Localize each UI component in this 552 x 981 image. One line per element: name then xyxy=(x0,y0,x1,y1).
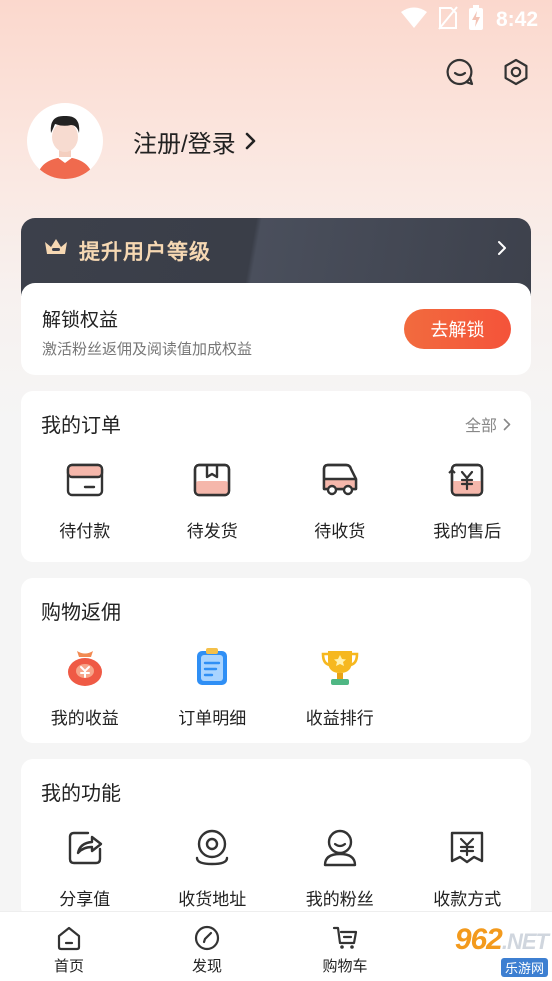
order-pending-shipment[interactable]: 待发货 xyxy=(149,459,277,542)
view-all-orders-link[interactable]: 全部 xyxy=(465,412,511,436)
status-bar: 8:42 xyxy=(0,0,552,40)
features-card: 我的功能 分享值 收货地址 我的粉丝 收款方式 xyxy=(21,759,531,919)
tab-label: 首页 xyxy=(53,958,84,975)
features-grid: 分享值 收货地址 我的粉丝 收款方式 xyxy=(21,827,531,910)
feature-item-label: 我的粉丝 xyxy=(305,890,374,909)
profile-section[interactable]: 注册/登录 xyxy=(27,103,256,179)
rebate-grid: 我的收益 订单明细 收益排行 xyxy=(21,646,531,729)
wifi-icon xyxy=(400,7,428,34)
orders-title: 我的订单 xyxy=(41,415,121,437)
customer-service-icon[interactable] xyxy=(444,56,476,88)
tab-cart[interactable]: 购物车 xyxy=(276,912,414,981)
rebate-item-label: 订单明细 xyxy=(178,709,247,728)
rebate-order-details[interactable]: 订单明细 xyxy=(149,646,277,729)
money-bag-icon xyxy=(64,646,106,688)
truck-icon xyxy=(319,459,361,501)
share-icon xyxy=(64,827,106,869)
cart-icon xyxy=(332,926,358,949)
watermark-sub: 乐游网 xyxy=(500,958,548,977)
rebate-title: 购物返佣 xyxy=(41,602,121,624)
tab-discover[interactable]: 发现 xyxy=(138,912,276,981)
package-icon xyxy=(191,459,233,501)
feature-shipping-address[interactable]: 收货地址 xyxy=(149,827,277,910)
order-after-sales[interactable]: 我的售后 xyxy=(404,459,532,542)
order-item-label: 待发货 xyxy=(186,522,238,541)
avatar[interactable] xyxy=(27,103,103,179)
watermark-brand: 962.NET xyxy=(454,923,549,956)
login-label: 注册/登录 xyxy=(133,130,236,158)
chevron-right-icon xyxy=(498,241,506,255)
rebate-my-earnings[interactable]: 我的收益 xyxy=(21,646,149,729)
feature-payment-method[interactable]: 收款方式 xyxy=(404,827,532,910)
feature-item-label: 收款方式 xyxy=(433,890,502,909)
vip-card: 提升用户等级 解锁权益 激活粉丝返佣及阅读值加成权益 去解锁 xyxy=(21,218,531,375)
clipboard-icon xyxy=(191,646,233,688)
order-item-label: 待付款 xyxy=(59,522,111,541)
login-link[interactable]: 注册/登录 xyxy=(133,124,256,159)
payment-icon xyxy=(446,827,488,869)
order-item-label: 待收货 xyxy=(314,522,366,541)
battery-icon xyxy=(468,4,484,36)
order-pending-payment[interactable]: 待付款 xyxy=(21,459,149,542)
tab-label: 购物车 xyxy=(322,958,368,975)
header-actions xyxy=(444,56,532,88)
tab-home[interactable]: 首页 xyxy=(0,912,138,981)
feature-item-label: 收货地址 xyxy=(178,890,247,909)
crown-icon xyxy=(45,239,67,254)
feature-item-label: 分享值 xyxy=(59,890,111,909)
compass-icon xyxy=(194,925,220,951)
refund-icon xyxy=(446,459,488,501)
tab-label: 发现 xyxy=(191,958,222,975)
settings-gear-icon[interactable] xyxy=(500,56,532,88)
home-icon xyxy=(57,926,81,951)
location-icon xyxy=(191,827,233,869)
rebate-card: 购物返佣 我的收益 订单明细 收益排行 xyxy=(21,578,531,743)
unlock-button[interactable]: 去解锁 xyxy=(404,309,511,349)
unlock-benefits-panel: 解锁权益 激活粉丝返佣及阅读值加成权益 去解锁 xyxy=(21,283,531,375)
features-title: 我的功能 xyxy=(41,783,121,805)
feature-share-value[interactable]: 分享值 xyxy=(21,827,149,910)
watermark-logo: 962.NET 乐游网 xyxy=(414,923,549,977)
orders-grid: 待付款 待发货 待收货 我的售后 xyxy=(21,459,531,542)
order-pending-receipt[interactable]: 待收货 xyxy=(276,459,404,542)
order-item-label: 我的售后 xyxy=(433,522,502,541)
wallet-icon xyxy=(64,459,106,501)
feature-my-fans[interactable]: 我的粉丝 xyxy=(276,827,404,910)
chevron-right-icon xyxy=(245,132,255,150)
trophy-icon xyxy=(319,646,361,688)
orders-card: 我的订单 全部 待付款 待发货 待收货 我的售后 xyxy=(21,391,531,562)
vip-title: 提升用户等级 xyxy=(79,241,211,264)
rebate-earnings-ranking[interactable]: 收益排行 xyxy=(276,646,404,729)
rebate-item-label: 收益排行 xyxy=(305,709,374,728)
fans-icon xyxy=(319,827,361,869)
status-time: 8:42 xyxy=(495,8,538,31)
chevron-right-icon xyxy=(503,418,511,430)
view-all-label: 全部 xyxy=(464,418,497,435)
rebate-item-label: 我的收益 xyxy=(50,709,119,728)
no-sim-icon xyxy=(438,5,458,35)
